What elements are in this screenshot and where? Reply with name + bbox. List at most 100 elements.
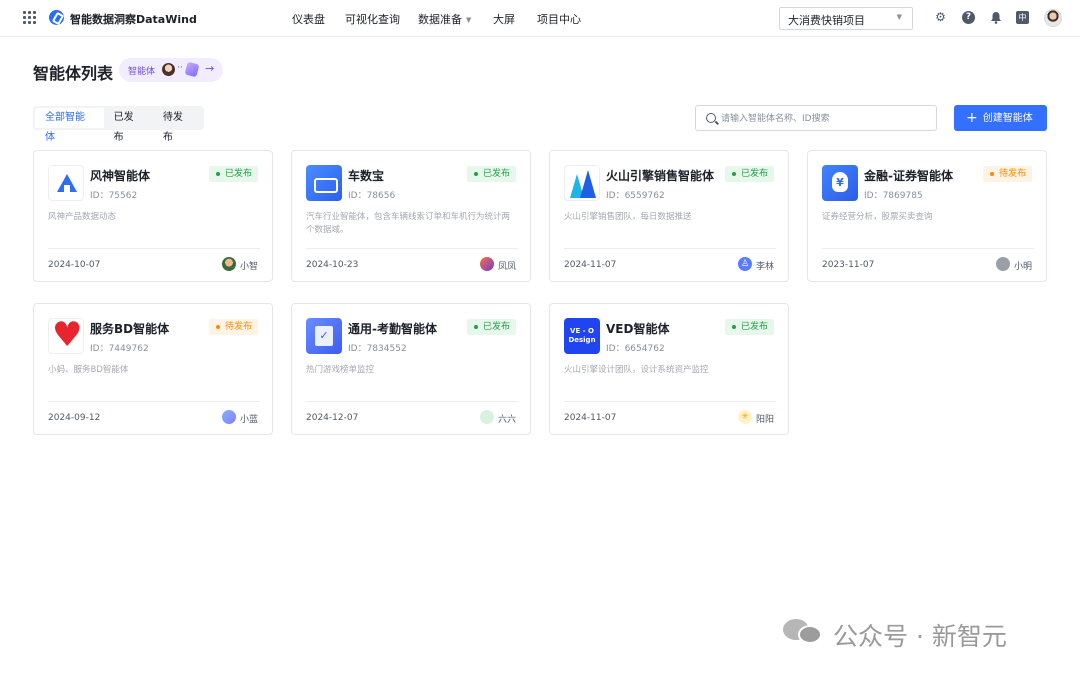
calendar-check-icon <box>306 318 342 354</box>
agent-date: 2023-11-07 <box>822 260 875 270</box>
agent-card[interactable]: 金融-证券智能体 ID：7869785 待发布 证券经营分析，股票买卖查询 20… <box>807 150 1047 282</box>
project-select[interactable]: 大消费快销项目 ▼ <box>779 7 913 30</box>
agent-intro-pill[interactable]: 智能体 ·· → <box>119 58 223 82</box>
status-tabs: 全部智能体 已发布 待发布 <box>33 106 204 143</box>
chevron-down-icon: ▼ <box>466 16 472 24</box>
agent-id: ID：6559762 <box>606 191 665 201</box>
project-select-value: 大消费快销项目 <box>788 14 865 27</box>
agent-description: 证券经营分析，股票买卖查询 <box>822 212 933 222</box>
bell-shape <box>990 12 1001 24</box>
agent-id: ID：7869785 <box>864 191 923 201</box>
owner-avatar <box>738 410 752 424</box>
owner-avatar <box>222 257 236 271</box>
datawind-logo-icon <box>49 10 64 25</box>
apps-grid-icon[interactable] <box>23 11 37 25</box>
tab-all[interactable]: 全部智能体 <box>35 108 104 143</box>
language-icon[interactable]: 中 <box>1016 11 1029 24</box>
ved-design-logo-icon: VE - O Design <box>564 318 600 354</box>
agent-date: 2024-12-07 <box>306 413 359 423</box>
pill-label: 智能体 <box>128 67 156 77</box>
agent-id: ID：78656 <box>348 191 396 201</box>
agent-card[interactable]: 服务BD智能体 ID：7449762 待发布 小蚂、服务BD智能体 2024-0… <box>33 303 273 435</box>
status-badge: 已发布 <box>724 319 774 335</box>
divider <box>564 248 776 249</box>
volcano-engine-logo-icon <box>564 165 600 201</box>
agent-name: 火山引擎销售智能体 <box>606 169 715 183</box>
top-navigation-bar: 智能数据洞察DataWind 仪表盘 可视化查询 数据准备 ▼ 大屏 项目中心 大… <box>0 0 1080 37</box>
agent-description: 热门游戏榜单监控 <box>306 365 375 375</box>
money-bag-icon <box>822 165 858 201</box>
agent-name: VED智能体 <box>606 322 670 336</box>
search-input[interactable] <box>721 110 921 127</box>
ellipsis-icon: ·· <box>177 63 183 73</box>
agent-description: 汽车行业智能体，包含车辆线索订单和车机行为统计两个数据域。 <box>306 212 511 235</box>
agent-date: 2024-10-07 <box>48 260 101 270</box>
heart-logo-icon <box>48 318 84 354</box>
plus-icon: + <box>966 110 978 126</box>
agent-card[interactable]: 风神智能体 ID：75562 已发布 风神产品数据动态 2024-10-07 小… <box>33 150 273 282</box>
agent-id: ID：7449762 <box>90 344 149 354</box>
agent-date: 2024-09-12 <box>48 413 101 423</box>
agent-date: 2024-10-23 <box>306 260 359 270</box>
agent-name: 金融-证券智能体 <box>864 169 953 183</box>
nav-big-screen[interactable]: 大屏 <box>493 11 515 27</box>
agent-card[interactable]: 通用-考勤智能体 ID：7834552 已发布 热门游戏榜单监控 2024-12… <box>291 303 531 435</box>
owner-name: 六六 <box>497 415 516 425</box>
nav-visual-query[interactable]: 可视化查询 <box>345 11 400 27</box>
bell-icon[interactable] <box>989 11 1002 24</box>
tab-published[interactable]: 已发布 <box>104 108 153 143</box>
search-box <box>695 105 937 131</box>
owner-avatar <box>480 410 494 424</box>
nav-data-prep[interactable]: 数据准备 ▼ <box>418 11 471 27</box>
agent-id: ID：75562 <box>90 191 138 201</box>
owner-avatar <box>222 410 236 424</box>
status-badge: 已发布 <box>466 319 516 335</box>
agent-card[interactable]: 火山引擎销售智能体 ID：6559762 已发布 火山引擎销售团队，每日数据推送… <box>549 150 789 282</box>
divider <box>306 248 518 249</box>
search-icon <box>706 113 716 123</box>
divider <box>48 248 260 249</box>
tab-pending[interactable]: 待发布 <box>153 108 202 143</box>
divider <box>822 248 1034 249</box>
status-badge: 已发布 <box>466 166 516 182</box>
nav-data-prep-label: 数据准备 <box>418 13 462 26</box>
agent-name: 车数宝 <box>348 169 385 183</box>
create-agent-button[interactable]: + 创建智能体 <box>954 105 1047 131</box>
agent-id: ID：7834552 <box>348 344 407 354</box>
gear-icon[interactable]: ⚙ <box>934 11 947 24</box>
owner-avatar <box>996 257 1010 271</box>
fengshen-logo-icon <box>48 165 84 201</box>
divider <box>48 401 260 402</box>
owner-name: 小智 <box>239 262 258 272</box>
page-title: 智能体列表 <box>33 64 114 83</box>
help-icon[interactable]: ? <box>962 11 975 24</box>
nav-project-center[interactable]: 项目中心 <box>537 11 581 27</box>
owner-name: 小蓝 <box>239 415 258 425</box>
owner-name: 凤凤 <box>497 262 516 272</box>
create-agent-label: 创建智能体 <box>982 113 1033 124</box>
status-badge: 待发布 <box>208 319 258 335</box>
agent-card[interactable]: 车数宝 ID：78656 已发布 汽车行业智能体，包含车辆线索订单和车机行为统计… <box>291 150 531 282</box>
watermark-text: 公众号 · 新智元 <box>833 622 1007 651</box>
agent-description: 风神产品数据动态 <box>48 212 117 222</box>
user-avatar[interactable] <box>1044 9 1062 27</box>
nav-dashboard[interactable]: 仪表盘 <box>292 11 325 27</box>
agent-date: 2024-11-07 <box>564 413 617 423</box>
status-badge: 待发布 <box>982 166 1032 182</box>
divider <box>564 401 776 402</box>
agent-description: 小蚂、服务BD智能体 <box>48 365 129 375</box>
agent-id: ID：6654762 <box>606 344 665 354</box>
wechat-icon <box>783 619 823 645</box>
owner-name: 阳阳 <box>755 415 774 425</box>
agent-name: 服务BD智能体 <box>90 322 170 336</box>
divider <box>306 401 518 402</box>
agent-description: 火山引擎设计团队，设计系统资产监控 <box>564 365 709 375</box>
chevron-down-icon: ▼ <box>896 13 902 21</box>
crystal-icon <box>184 61 200 78</box>
status-badge: 已发布 <box>208 166 258 182</box>
car-icon <box>306 165 342 201</box>
app-name[interactable]: 智能数据洞察DataWind <box>70 11 197 27</box>
agent-card[interactable]: VE - O Design VED智能体 ID：6654762 已发布 火山引擎… <box>549 303 789 435</box>
agent-name: 风神智能体 <box>90 169 151 183</box>
arrow-right-icon: → <box>205 62 215 75</box>
